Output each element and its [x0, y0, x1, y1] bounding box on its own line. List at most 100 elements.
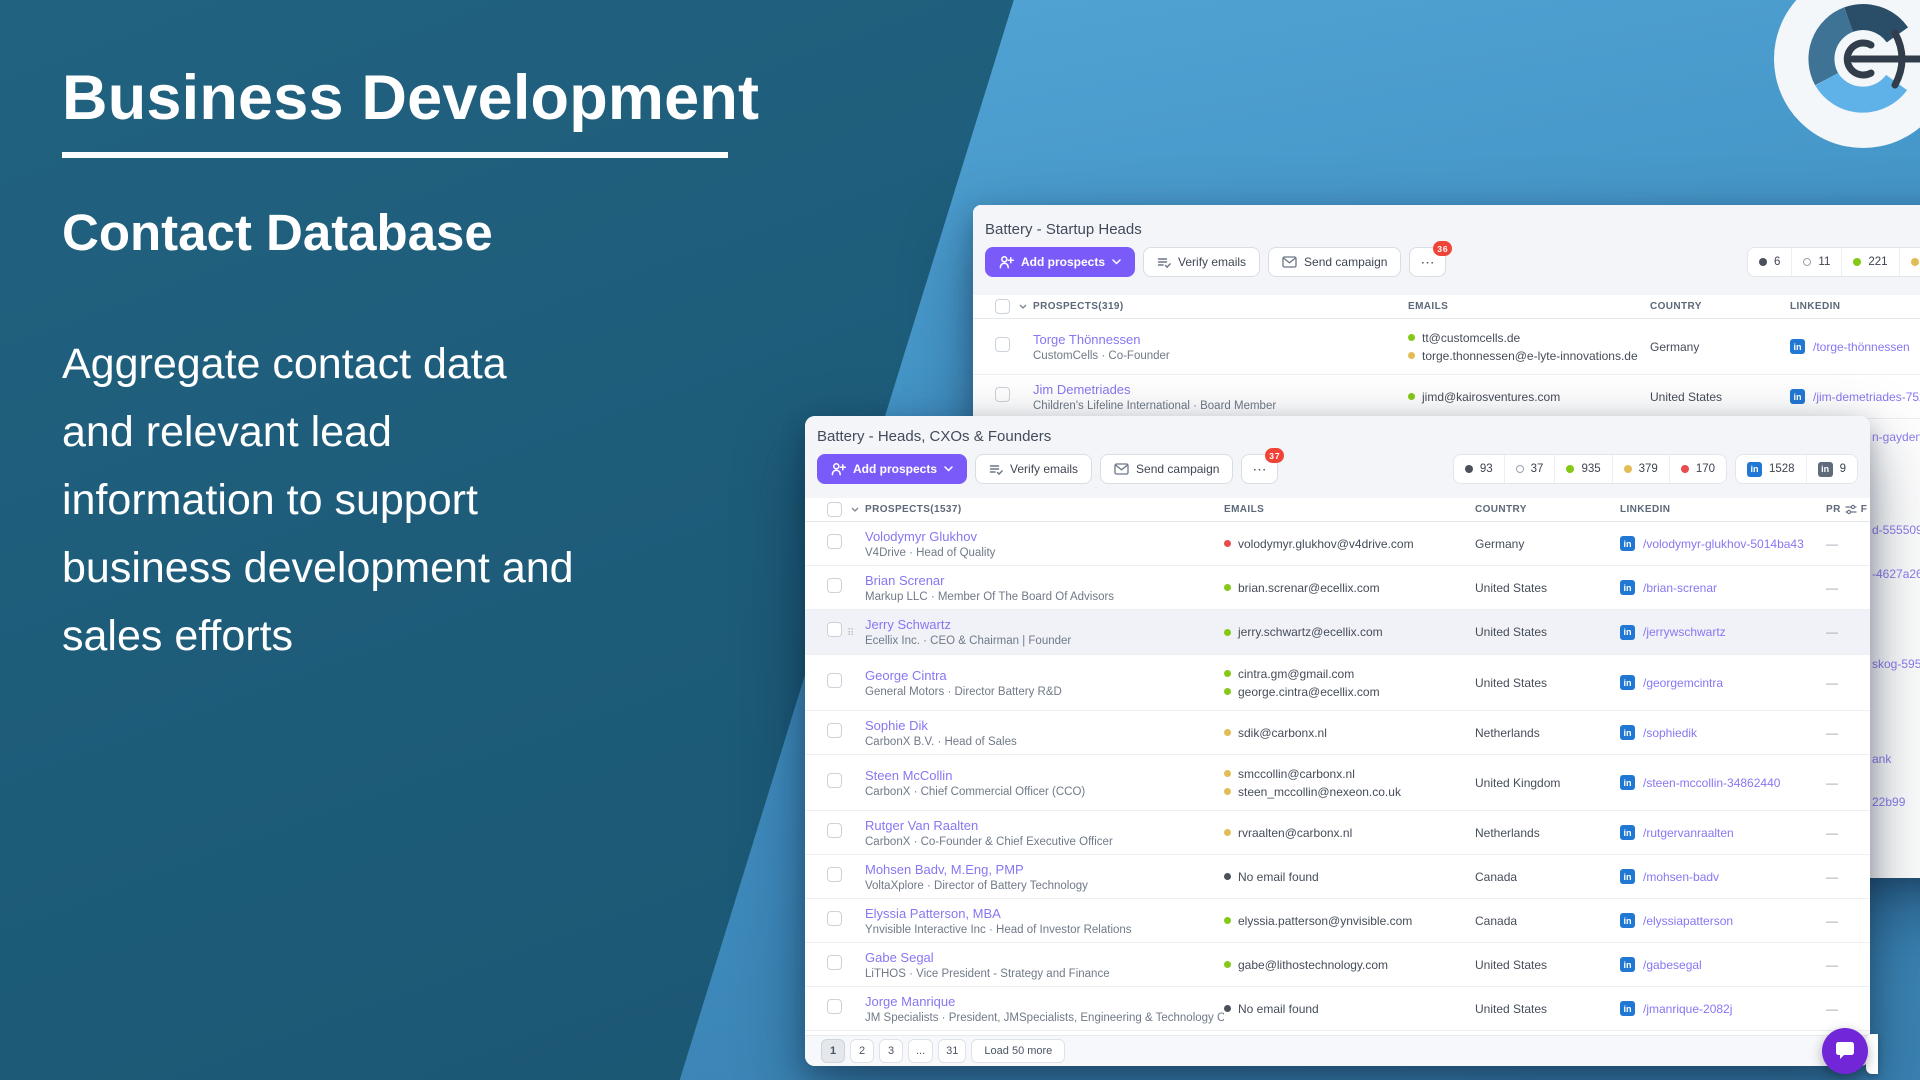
table-row[interactable]: Gabe Segal LiTHOS · Vice President - Stra…	[805, 943, 1870, 987]
table-row[interactable]: Sophie Dik CarbonX B.V. · Head of Sales sd…	[805, 711, 1870, 755]
linkedin-link[interactable]: /jerrywschwartz	[1643, 625, 1726, 639]
linkedin-icon: in	[1817, 461, 1833, 477]
status-count-open[interactable]: 11	[1791, 248, 1841, 276]
select-all-checkbox[interactable]	[827, 502, 842, 517]
linkedin-link[interactable]: /jim-demetriades-7527b62	[1813, 390, 1920, 404]
linkedin-count-gray[interactable]: in 9	[1805, 455, 1857, 483]
add-prospects-button[interactable]: Add prospects	[817, 454, 968, 484]
page-button-31[interactable]: 31	[938, 1039, 967, 1063]
page-button-...[interactable]: ...	[908, 1039, 934, 1063]
row-checkbox[interactable]	[827, 910, 842, 926]
row-checkbox[interactable]	[827, 998, 842, 1014]
prospect-name-link[interactable]: George Cintra	[865, 668, 1224, 683]
status-count-green[interactable]: 935	[1554, 455, 1611, 483]
status-dot-icon	[1623, 465, 1632, 473]
linkedin-link[interactable]: /georgemcintra	[1643, 676, 1723, 690]
table-row[interactable]: Volodymyr Glukhov V4Drive · Head of Quali…	[805, 522, 1870, 566]
row-checkbox[interactable]	[827, 954, 842, 970]
person-plus-icon	[999, 255, 1014, 269]
column-emails[interactable]: EMAILS	[1408, 301, 1650, 312]
column-country[interactable]: COUNTRY	[1650, 301, 1790, 312]
send-campaign-button[interactable]: Send campaign	[1100, 454, 1234, 484]
linkedin-link[interactable]: /rutgervanraalten	[1643, 826, 1734, 840]
prospect-name-link[interactable]: Jerry Schwartz	[865, 617, 1224, 632]
linkedin-link[interactable]: /sophiedik	[1643, 726, 1697, 740]
prospect-name-link[interactable]: Elyssia Patterson, MBA	[865, 906, 1224, 921]
chevron-down-icon[interactable]	[851, 507, 865, 512]
phone-cell: —	[1826, 536, 1838, 551]
table-row[interactable]: Jim Demetriades Children's Lifeline Inter…	[973, 375, 1920, 419]
verify-emails-button[interactable]: Verify emails	[975, 454, 1093, 484]
table-row[interactable]: ⠿ Jerry Schwartz Ecellix Inc. · CEO & Chai…	[805, 610, 1870, 655]
prospect-name-link[interactable]: Jorge Manrique	[865, 994, 1224, 1009]
row-checkbox[interactable]	[995, 336, 1010, 352]
table-row[interactable]: Elyssia Patterson, MBA Ynvisible Interact…	[805, 899, 1870, 943]
load-more-button[interactable]: Load 50 more	[971, 1039, 1066, 1063]
drag-handle-icon[interactable]: ⠿	[847, 628, 854, 639]
row-checkbox[interactable]	[827, 722, 842, 738]
chat-button[interactable]	[1822, 1028, 1868, 1074]
row-checkbox[interactable]	[827, 577, 842, 593]
linkedin-link[interactable]: /steen-mccollin-34862440	[1643, 776, 1780, 790]
prospect-name-link[interactable]: Gabe Segal	[865, 950, 1224, 965]
status-count-open[interactable]: 37	[1503, 455, 1555, 483]
linkedin-link[interactable]: /torge-thönnessen	[1813, 340, 1910, 354]
status-count-red[interactable]: 170	[1668, 455, 1726, 483]
status-count-dark[interactable]: 93	[1454, 455, 1504, 483]
linkedin-link[interactable]: /mohsen-badv	[1643, 870, 1719, 884]
row-checkbox[interactable]	[827, 672, 842, 688]
row-checkbox[interactable]	[827, 622, 842, 637]
column-linkedin[interactable]: LINKEDIN	[1790, 301, 1920, 312]
status-count-dark[interactable]: 6	[1748, 248, 1791, 276]
prospect-name-link[interactable]: Brian Screnar	[865, 573, 1224, 588]
page-button-1[interactable]: 1	[821, 1039, 845, 1063]
table-row[interactable]: Torge Thönnessen CustomCells · Co-Founder…	[973, 319, 1920, 375]
table-row[interactable]: Brian Screnar Markup LLC · Member Of The …	[805, 566, 1870, 610]
table-row[interactable]: Steen McCollin CarbonX · Chief Commercial…	[805, 755, 1870, 811]
status-count-yellow[interactable]: 111	[1898, 248, 1920, 276]
row-checkbox[interactable]	[827, 533, 842, 549]
prospect-name-link[interactable]: Torge Thönnessen	[1033, 332, 1408, 347]
linkedin-link[interactable]: /brian-screnar	[1643, 581, 1717, 595]
prospect-name-link[interactable]: Mohsen Badv, M.Eng, PMP	[865, 862, 1224, 877]
more-actions-button[interactable]: ⋯ 37	[1241, 448, 1285, 484]
linkedin-link[interactable]: /gabesegal	[1643, 958, 1702, 972]
table-row[interactable]: George Cintra General Motors · Director B…	[805, 655, 1870, 711]
linkedin-link[interactable]: /elyssiapatterson	[1643, 914, 1733, 928]
table-row[interactable]: Rutger Van Raalten CarbonX · Co-Founder &…	[805, 811, 1870, 855]
linkedin-count-blue[interactable]: in 1528	[1736, 455, 1806, 483]
row-checkbox[interactable]	[827, 772, 842, 788]
status-count-green[interactable]: 221	[1841, 248, 1898, 276]
table-row[interactable]: Jorge Manrique JM Specialists · President…	[805, 987, 1870, 1031]
row-checkbox[interactable]	[827, 866, 842, 882]
row-checkbox[interactable]	[827, 822, 842, 838]
phone-cell: —	[1826, 580, 1838, 595]
verify-emails-button[interactable]: Verify emails	[1143, 247, 1261, 277]
row-checkbox[interactable]	[995, 386, 1010, 402]
prospect-name-link[interactable]: Jim Demetriades	[1033, 382, 1408, 397]
linkedin-link[interactable]: /volodymyr-glukhov-5014ba43	[1643, 537, 1804, 551]
column-prospects[interactable]: PROSPECTS(319)	[1033, 301, 1408, 312]
prospect-name-link[interactable]: Volodymyr Glukhov	[865, 529, 1224, 544]
title-underline	[62, 152, 728, 158]
linkedin-link[interactable]: /jmanrique-2082j	[1643, 1002, 1732, 1016]
prospect-org: V4Drive · Head of Quality	[865, 546, 996, 559]
prospect-name-link[interactable]: Rutger Van Raalten	[865, 818, 1224, 833]
column-linkedin[interactable]: LINKEDIN	[1620, 504, 1826, 515]
send-campaign-button[interactable]: Send campaign	[1268, 247, 1402, 277]
page-button-2[interactable]: 2	[850, 1039, 874, 1063]
page-button-3[interactable]: 3	[879, 1039, 903, 1063]
column-extra[interactable]: PR	[1826, 504, 1841, 515]
column-country[interactable]: COUNTRY	[1475, 504, 1620, 515]
add-prospects-button[interactable]: Add prospects	[985, 247, 1136, 277]
select-all-checkbox[interactable]	[995, 299, 1010, 314]
chevron-down-icon[interactable]	[1019, 304, 1033, 309]
status-count-yellow[interactable]: 379	[1611, 455, 1669, 483]
table-row[interactable]: Mohsen Badv, M.Eng, PMP VoltaXplore · Dir…	[805, 855, 1870, 899]
prospect-name-link[interactable]: Sophie Dik	[865, 718, 1224, 733]
column-settings-icon[interactable]	[1845, 504, 1857, 515]
column-prospects[interactable]: PROSPECTS(1537)	[865, 504, 1224, 515]
column-emails[interactable]: EMAILS	[1224, 504, 1475, 515]
more-actions-button[interactable]: ⋯ 36	[1409, 241, 1453, 277]
prospect-name-link[interactable]: Steen McCollin	[865, 768, 1224, 783]
